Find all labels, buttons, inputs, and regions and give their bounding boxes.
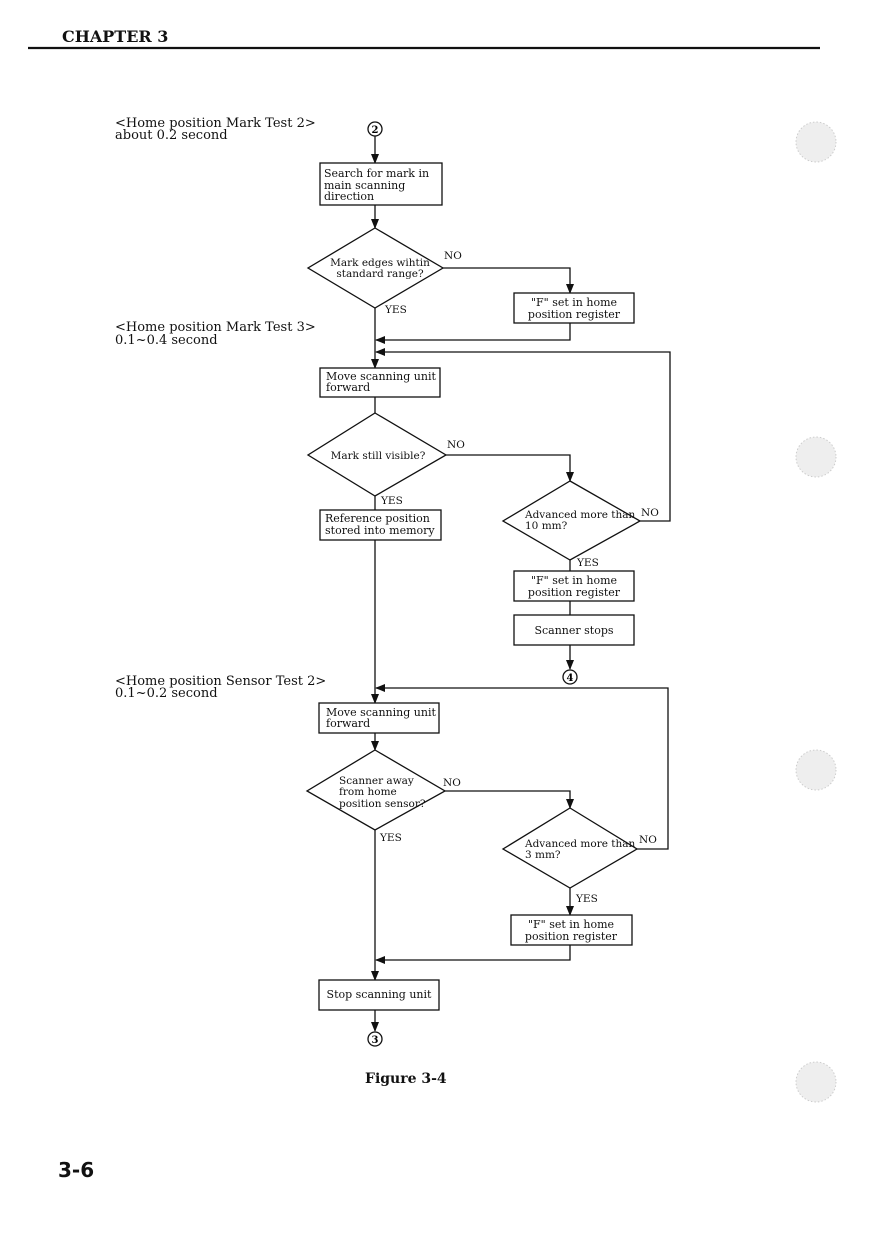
decision-scanner-away: Scanner away from home position sensor? …: [305, 749, 461, 844]
svg-text:0.1~0.2 second: 0.1~0.2 second: [115, 686, 218, 701]
decision-advanced-10mm: Advanced more than 10 mm? NO YES: [501, 480, 659, 569]
svg-text:position register: position register: [528, 308, 621, 321]
process-f-set-1: "F" set in home position register: [513, 292, 635, 324]
connector-2: 2: [367, 121, 383, 137]
arrow: [375, 945, 571, 964]
svg-text:Mark still visible?: Mark still visible?: [331, 450, 426, 462]
svg-text:NO: NO: [447, 439, 465, 451]
svg-text:10 mm?: 10 mm?: [525, 520, 568, 532]
process-scanner-stops: Scanner stops: [513, 614, 635, 646]
svg-text:NO: NO: [444, 250, 462, 262]
connector-3: 3: [367, 1031, 383, 1047]
arrow: [445, 790, 574, 809]
flowchart-page: CHAPTER 3 <Home position Mark Test 2> ab…: [28, 27, 837, 1182]
svg-text:NO: NO: [443, 777, 461, 789]
arrow: [443, 267, 574, 294]
svg-text:direction: direction: [324, 190, 374, 203]
chapter-heading: CHAPTER 3: [62, 27, 168, 46]
svg-text:standard range?: standard range?: [336, 268, 424, 280]
connector-4: 4: [562, 669, 578, 685]
svg-text:position register: position register: [528, 586, 621, 599]
svg-text:position register: position register: [525, 930, 618, 943]
svg-text:3: 3: [372, 1035, 379, 1046]
svg-text:0.1~0.4 second: 0.1~0.4 second: [115, 333, 218, 348]
svg-text:position sensor?: position sensor?: [339, 798, 426, 810]
process-f-set-2: "F" set in home position register: [513, 570, 635, 602]
svg-text:YES: YES: [380, 495, 403, 507]
label-mark-test-3: <Home position Mark Test 3> 0.1~0.4 seco…: [115, 320, 316, 348]
process-search-mark: Search for mark in main scanning directi…: [319, 162, 443, 206]
process-reference-stored: Reference position stored into memory: [319, 509, 442, 541]
svg-text:YES: YES: [575, 893, 598, 905]
svg-text:about 0.2 second: about 0.2 second: [115, 128, 228, 143]
svg-text:NO: NO: [639, 834, 657, 846]
svg-text:4: 4: [567, 673, 574, 684]
decision-mark-edges: Mark edges wihtin standard range? NO YES: [306, 227, 462, 316]
svg-text:YES: YES: [384, 304, 407, 316]
process-f-set-3: "F" set in home position register: [510, 914, 633, 946]
svg-text:YES: YES: [379, 832, 402, 844]
label-sensor-test-2: <Home position Sensor Test 2> 0.1~0.2 se…: [115, 674, 326, 701]
page-number: 3-6: [58, 1158, 94, 1182]
process-stop-scanning: Stop scanning unit: [318, 979, 440, 1011]
svg-text:YES: YES: [576, 557, 599, 569]
label-mark-test-2: <Home position Mark Test 2> about 0.2 se…: [115, 116, 316, 143]
svg-text:NO: NO: [641, 507, 659, 519]
svg-text:2: 2: [372, 125, 379, 136]
process-move-forward-1: Move scanning unit forward: [319, 367, 441, 398]
figure-caption: Figure 3-4: [365, 1071, 447, 1087]
arrow: [446, 454, 574, 482]
svg-text:forward: forward: [326, 381, 370, 394]
svg-text:forward: forward: [326, 717, 370, 730]
svg-text:from home: from home: [339, 786, 397, 798]
decision-advanced-3mm: Advanced more than 3 mm? NO YES: [501, 807, 657, 905]
process-move-forward-2: Move scanning unit forward: [318, 702, 440, 734]
svg-text:3 mm?: 3 mm?: [525, 849, 561, 861]
svg-text:stored into memory: stored into memory: [325, 524, 435, 537]
svg-text:Stop scanning unit: Stop scanning unit: [327, 988, 432, 1001]
arrow: [375, 323, 571, 344]
svg-text:Scanner stops: Scanner stops: [534, 624, 613, 637]
hole-punch-marks: [795, 121, 837, 1103]
decision-mark-visible: Mark still visible? NO YES: [306, 412, 465, 507]
